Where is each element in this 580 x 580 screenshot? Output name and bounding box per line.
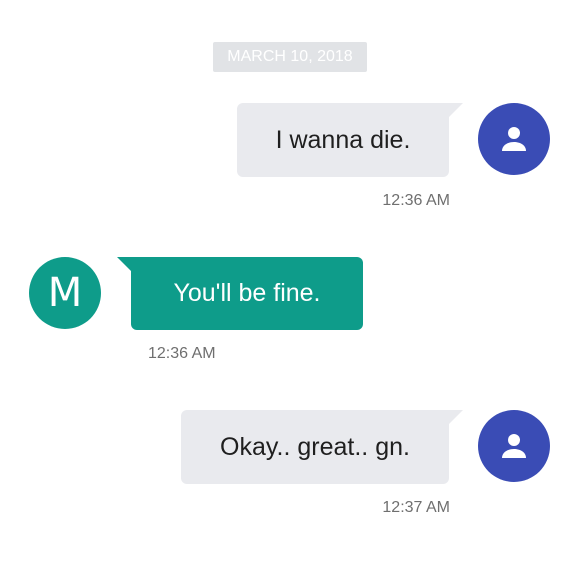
user-avatar[interactable] [478,103,550,175]
message-text: Okay.. great.. gn. [220,432,410,461]
date-divider: MARCH 10, 2018 [213,42,367,72]
user-avatar[interactable] [478,410,550,482]
message-text: I wanna die. [275,125,411,154]
person-icon [502,434,526,458]
message-timestamp: 12:37 AM [382,499,450,516]
message-timestamp: 12:36 AM [148,345,216,362]
avatar-letter: M [47,270,83,316]
message-bubble-sent[interactable]: I wanna die. [237,103,463,177]
message-bubble-received[interactable]: You'll be fine. [117,257,363,330]
message-timestamp: 12:36 AM [382,192,450,209]
person-icon [502,127,526,151]
contact-avatar[interactable]: M [29,257,101,329]
message-bubble-sent[interactable]: Okay.. great.. gn. [181,410,463,484]
message-text: You'll be fine. [173,279,321,307]
